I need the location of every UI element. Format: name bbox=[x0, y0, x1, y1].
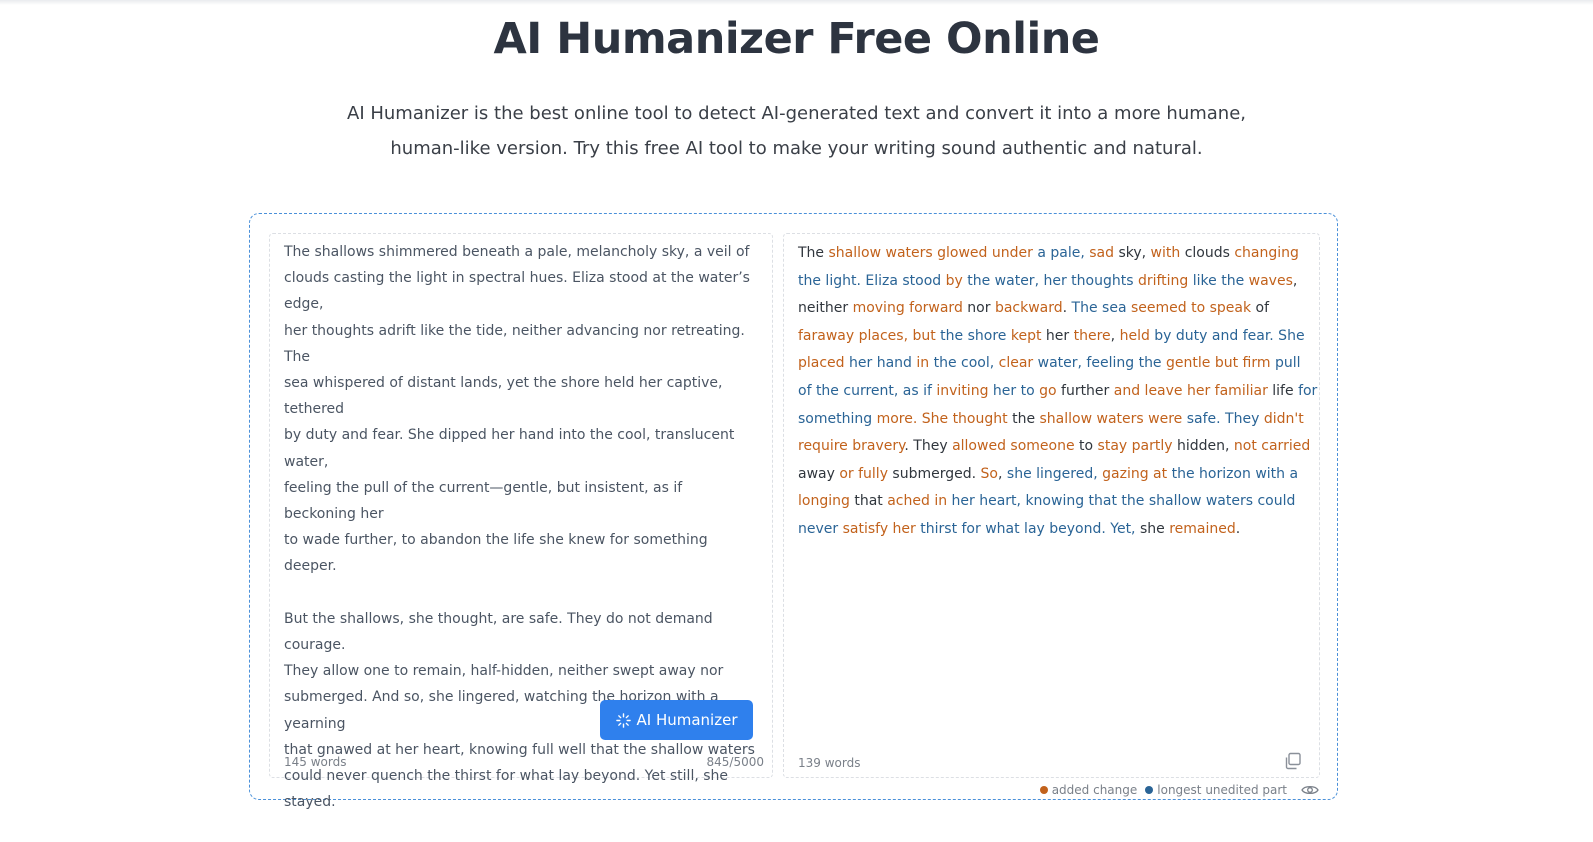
unedited-part-segment: her hand bbox=[849, 355, 912, 372]
added-change-segment: drifting bbox=[1137, 272, 1189, 289]
unedited-part-segment: her to bbox=[992, 382, 1035, 399]
unedited-part-segment: by duty and fear. She bbox=[1154, 327, 1305, 344]
output-segment: she bbox=[1135, 520, 1170, 537]
unedited-part-label: longest unedited part bbox=[1157, 783, 1287, 797]
page-title: AI Humanizer Free Online bbox=[493, 14, 1100, 64]
ai-humanizer-button-label: AI Humanizer bbox=[636, 711, 738, 729]
legend: added change longest unedited part bbox=[1039, 783, 1319, 797]
added-change-dot bbox=[1039, 786, 1048, 794]
unedited-part-segment: like the bbox=[1192, 272, 1245, 289]
added-change-segment: ached in bbox=[887, 493, 948, 510]
unedited-part-segment: the shore bbox=[940, 327, 1007, 344]
output-segment: . They bbox=[904, 438, 953, 455]
added-change-segment: with bbox=[1150, 245, 1181, 261]
added-change-segment: go bbox=[1039, 382, 1057, 399]
added-change-segment: sad bbox=[1089, 245, 1114, 261]
output-segment: of bbox=[1251, 300, 1270, 317]
ai-humanizer-button[interactable]: AI Humanizer bbox=[600, 700, 753, 740]
output-segment: nor bbox=[962, 300, 995, 317]
added-change-segment: remained bbox=[1169, 520, 1236, 537]
added-change-segment: longing bbox=[798, 493, 850, 510]
added-change-segment: more. She thought bbox=[876, 410, 1008, 427]
added-change-segment: gentle but firm bbox=[1166, 355, 1271, 372]
unedited-part-segment: The sea bbox=[1071, 300, 1127, 317]
output-segment: , bbox=[998, 465, 1007, 482]
added-change-segment: waves bbox=[1248, 272, 1293, 289]
added-change-segment: shallow waters glowed under bbox=[828, 245, 1033, 261]
output-segment: away bbox=[798, 465, 840, 482]
added-change-segment: So bbox=[980, 465, 998, 482]
unedited-part-segment: the horizon with a bbox=[1171, 465, 1299, 482]
unedited-part-segment: the water, her thoughts bbox=[967, 272, 1134, 289]
output-segment: sky, bbox=[1114, 245, 1151, 261]
added-change-segment: placed bbox=[798, 355, 845, 372]
unedited-part-segment: a pale, bbox=[1037, 245, 1085, 261]
output-segment: hidden, bbox=[1172, 438, 1234, 455]
unedited-part-segment: water, feeling the bbox=[1037, 355, 1162, 372]
input-textarea[interactable]: The shallows shimmered beneath a pale, m… bbox=[284, 239, 758, 842]
added-change-segment: seemed to speak bbox=[1130, 300, 1252, 317]
added-change-label: added change bbox=[1051, 783, 1138, 797]
output-segment: to bbox=[1074, 438, 1098, 455]
added-change-segment: there bbox=[1073, 327, 1111, 344]
input-word-count: 145 words bbox=[284, 755, 347, 769]
output-panel: The shallow waters glowed under a pale, … bbox=[783, 233, 1320, 778]
page-subtitle: AI Humanizer is the best online tool to … bbox=[347, 103, 1246, 159]
added-change-segment: in bbox=[916, 355, 930, 372]
output-segment: . bbox=[1235, 520, 1241, 537]
unedited-part-segment: the light. Eliza stood bbox=[798, 272, 942, 289]
added-change-segment: inviting bbox=[936, 382, 989, 399]
sparkle-icon bbox=[615, 712, 631, 728]
added-change-segment: stay partly bbox=[1097, 438, 1173, 455]
added-change-segment: changing bbox=[1234, 245, 1299, 261]
added-change-segment: held bbox=[1119, 327, 1150, 344]
output-segment: submerged. bbox=[887, 465, 981, 482]
output-segment: , bbox=[1110, 327, 1120, 344]
humanizer-tool: The shallows shimmered beneath a pale, m… bbox=[249, 213, 1338, 810]
unedited-part-segment: the cool, bbox=[933, 355, 995, 372]
output-segment: clouds bbox=[1180, 245, 1235, 261]
added-change-segment: allowed someone bbox=[952, 438, 1075, 455]
output-word-count: 139 words bbox=[798, 756, 861, 770]
output-segment: further bbox=[1056, 382, 1114, 399]
added-change-segment: moving forward bbox=[852, 300, 963, 317]
added-change-segment: shallow waters were bbox=[1039, 410, 1183, 427]
added-change-segment: kept bbox=[1010, 327, 1042, 344]
output-segment: the bbox=[1007, 410, 1040, 427]
output-segment: that bbox=[849, 493, 888, 510]
eye-icon[interactable] bbox=[1301, 783, 1319, 797]
added-change-segment: gazing at bbox=[1102, 465, 1168, 482]
output-text: The shallow waters glowed under a pale, … bbox=[798, 240, 1318, 544]
output-segment: her bbox=[1041, 327, 1074, 344]
added-change-segment: by bbox=[945, 272, 963, 289]
unedited-part-segment: safe. They bbox=[1186, 410, 1260, 427]
unedited-part-segment: she lingered, bbox=[1006, 465, 1098, 482]
output-segment: The bbox=[798, 245, 829, 261]
input-panel[interactable]: The shallows shimmered beneath a pale, m… bbox=[269, 233, 773, 810]
input-paragraph: The shallows shimmered beneath a pale, m… bbox=[284, 244, 750, 575]
added-change-segment: backward bbox=[994, 300, 1063, 317]
output-segment: life bbox=[1267, 382, 1299, 399]
added-change-segment: satisfy her bbox=[842, 520, 916, 537]
added-change-segment: and leave her familiar bbox=[1113, 382, 1268, 399]
top-border bbox=[0, 0, 1593, 5]
input-char-count: 845/5000 bbox=[706, 755, 765, 769]
added-change-segment: faraway places, but bbox=[798, 327, 936, 344]
copy-icon[interactable] bbox=[1283, 751, 1303, 771]
unedited-part-segment: thirst for what lay beyond. Yet, bbox=[920, 520, 1136, 537]
unedited-part-dot bbox=[1145, 786, 1154, 794]
added-change-segment: or fully bbox=[839, 465, 888, 482]
added-change-segment: not carried bbox=[1233, 438, 1311, 455]
output-segment: . bbox=[1062, 300, 1072, 317]
added-change-segment: clear bbox=[998, 355, 1034, 372]
